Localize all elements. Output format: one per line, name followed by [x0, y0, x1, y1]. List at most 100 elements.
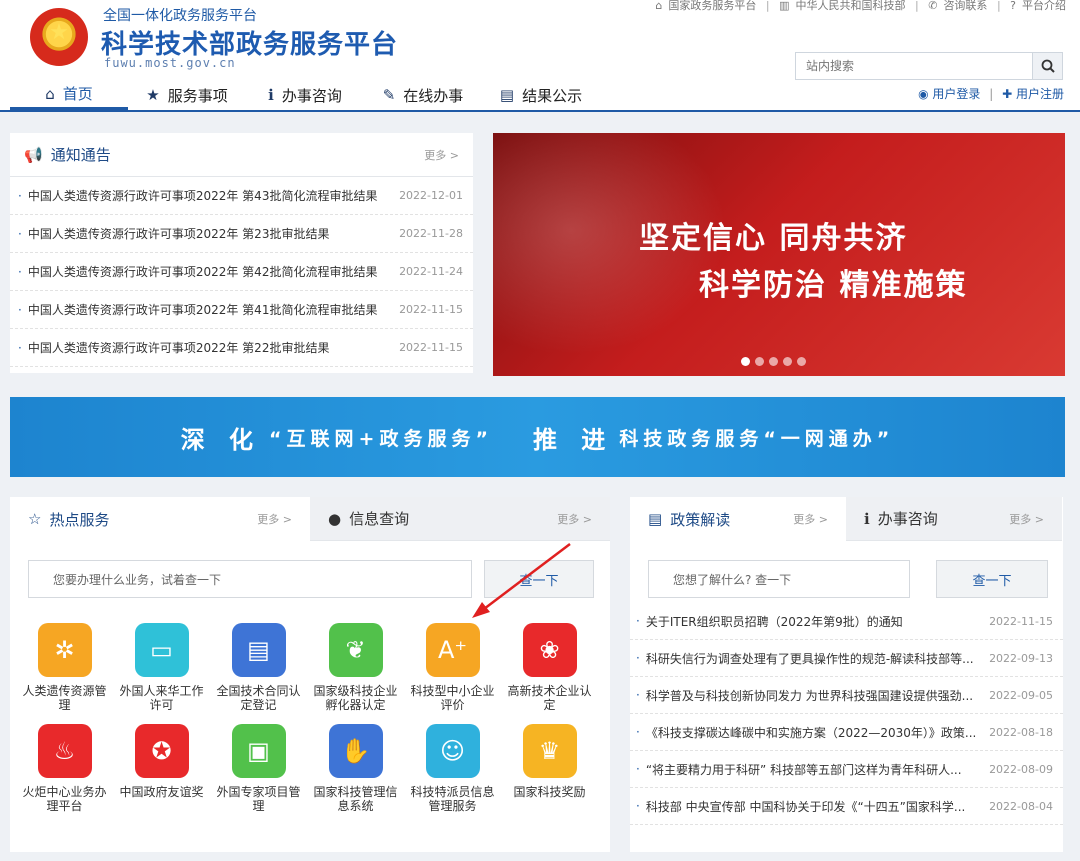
- carousel-dot[interactable]: [783, 357, 792, 366]
- service-label: 火炬中心业务办理平台: [22, 785, 107, 813]
- service-label: 高新技术企业认定: [507, 684, 592, 712]
- list-item[interactable]: · 中国人类遗传资源行政许可事项2022年 第23批审批结果 2022-11-28: [10, 215, 473, 253]
- service-search-input[interactable]: 您要办理什么业务，试着查一下: [28, 560, 472, 598]
- tab-consult[interactable]: ℹ 办事咨询 更多 >: [846, 497, 1062, 541]
- site-header: 全国一体化政务服务平台 科学技术部政务服务平台 fuwu.most.gov.cn…: [0, 0, 1080, 112]
- banner-line-2: 科学防治 精准施策: [699, 268, 968, 303]
- info-icon: ℹ: [864, 509, 870, 528]
- carousel-dot[interactable]: [741, 357, 750, 366]
- notice-list: · 中国人类遗传资源行政许可事项2022年 第43批简化流程审批结果 2022-12…: [10, 177, 473, 367]
- service-human-genetic[interactable]: ✲ 人类遗传资源管理: [16, 623, 113, 712]
- hot-services-more-link[interactable]: 更多 >: [257, 511, 292, 527]
- folder-icon: ▣: [231, 724, 286, 778]
- banner-line-1: 坚定信心 同舟共济: [639, 221, 908, 256]
- slogan-part-2: “互联网+政务服务”: [269, 427, 493, 450]
- tab-hot-services-label: 热点服务: [49, 510, 110, 529]
- carousel-dot[interactable]: [769, 357, 778, 366]
- phone-icon: ✆: [928, 0, 938, 12]
- service-tech-management[interactable]: ✋ 国家科技管理信息系统: [307, 724, 404, 813]
- home-icon: ⌂: [45, 84, 55, 103]
- policy-search-input[interactable]: 您想了解什么? 查一下: [648, 560, 910, 598]
- list-item[interactable]: · 科技部 中央宣传部 中国科协关于印发《“十四五”国家科学... 2022-08-…: [630, 788, 1063, 825]
- top-link-most[interactable]: 中华人民共和国科技部: [796, 0, 906, 12]
- id-card-icon: ▭: [134, 623, 189, 677]
- service-tech-contract[interactable]: ▤ 全国技术合同认定登记: [210, 623, 307, 712]
- service-label: 外国人来华工作许可: [119, 684, 204, 712]
- service-specialist[interactable]: ☺ 科技特派员信息管理服务: [404, 724, 501, 813]
- rating-icon: A⁺: [425, 623, 480, 677]
- site-search: [795, 52, 1063, 80]
- service-torch-center[interactable]: ♨ 火炬中心业务办理平台: [16, 724, 113, 813]
- service-high-tech[interactable]: ❀ 高新技术企业认定: [501, 623, 598, 712]
- nav-online-label: 在线办事: [403, 86, 464, 105]
- service-label: 科技型中小企业评价: [410, 684, 495, 712]
- list-item[interactable]: · 科学普及与科技创新协同发力 为世界科技强国建设提供强劲... 2022-09-0…: [630, 677, 1063, 714]
- policy-more-link[interactable]: 更多 >: [793, 511, 828, 527]
- search-icon: [1041, 59, 1055, 73]
- tab-hot-services[interactable]: ☆ 热点服务 更多 >: [10, 497, 310, 541]
- tab-info-query[interactable]: ● 信息查询 更多 >: [310, 497, 610, 541]
- site-search-button[interactable]: [1032, 53, 1062, 79]
- tab-policy[interactable]: ▤ 政策解读 更多 >: [630, 497, 846, 541]
- top-link-about[interactable]: 平台介绍: [1022, 0, 1066, 12]
- site-search-input[interactable]: [796, 53, 1028, 79]
- carousel-dots: [741, 357, 811, 366]
- trophy-icon: ♛: [522, 724, 577, 778]
- list-item[interactable]: · 中国人类遗传资源行政许可事项2022年 第42批简化流程审批结果 2022-11…: [10, 253, 473, 291]
- info-query-more-link[interactable]: 更多 >: [557, 511, 592, 527]
- service-tech-award[interactable]: ♛ 国家科技奖励: [501, 724, 598, 813]
- list-item[interactable]: · 关于ITER组织职员招聘（2022年第9批）的通知 2022-11-15: [630, 603, 1063, 640]
- building-icon: ▥: [779, 0, 790, 12]
- service-friendship-award[interactable]: ✪ 中国政府友谊奖: [113, 724, 210, 813]
- list-item[interactable]: · 中国人类遗传资源行政许可事项2022年 第22批审批结果 2022-11-15: [10, 329, 473, 367]
- main-nav: ⌂ 首页 ★ 服务事项 ℹ 办事咨询 ✎ 在线办事 ▤ 结果公示: [10, 80, 600, 110]
- list-item[interactable]: · “将主要精力用于科研” 科技部等五部门这样为青年科研人... 2022-08-0…: [630, 751, 1063, 788]
- star-outline-icon: ☆: [28, 510, 42, 528]
- consult-more-link[interactable]: 更多 >: [1009, 511, 1044, 527]
- policy-search-button[interactable]: 查一下: [936, 560, 1048, 598]
- nav-consult[interactable]: ℹ 办事咨询: [246, 80, 364, 110]
- list-item[interactable]: · 《科技支撑碳达峰碳中和实施方案（2022—2030年）》政策... 2022-0…: [630, 714, 1063, 751]
- list-item[interactable]: · 中国人类遗传资源行政许可事项2022年 第43批简化流程审批结果 2022-12…: [10, 177, 473, 215]
- service-grid: ✲ 人类遗传资源管理 ▭ 外国人来华工作许可 ▤ 全国技术合同认定登记 ❦ 国家…: [16, 623, 604, 813]
- user-links: ◉ 用户登录 | ✚ 用户注册: [918, 87, 1064, 101]
- document-icon: ▤: [499, 86, 515, 104]
- add-user-icon: ✚: [1002, 87, 1013, 101]
- specialist-icon: ☺: [425, 724, 480, 778]
- top-link-contact[interactable]: 咨询联系: [943, 0, 987, 12]
- policy-tabs: ▤ 政策解读 更多 > ℹ 办事咨询 更多 >: [630, 497, 1063, 541]
- nav-services[interactable]: ★ 服务事项: [128, 80, 246, 110]
- nav-consult-label: 办事咨询: [281, 86, 342, 105]
- tab-policy-label: 政策解读: [670, 510, 731, 529]
- carousel-dot[interactable]: [797, 357, 806, 366]
- nav-services-label: 服务事项: [167, 86, 228, 105]
- service-incubator[interactable]: ❦ 国家级科技企业孵化器认定: [307, 623, 404, 712]
- national-emblem-logo: [30, 8, 88, 66]
- service-foreign-expert[interactable]: ▣ 外国专家项目管理: [210, 724, 307, 813]
- service-label: 国家级科技企业孵化器认定: [313, 684, 398, 712]
- service-sme-evaluation[interactable]: A⁺ 科技型中小企业评价: [404, 623, 501, 712]
- medal-icon: ✪: [134, 724, 189, 778]
- service-label: 人类遗传资源管理: [22, 684, 107, 712]
- register-link[interactable]: 用户注册: [1016, 87, 1064, 101]
- annotation-arrow-icon: [472, 543, 571, 618]
- nav-results[interactable]: ▤ 结果公示: [482, 80, 600, 110]
- service-label: 全国技术合同认定登记: [216, 684, 301, 712]
- banner-carousel[interactable]: 坚定信心 同舟共济 科学防治 精准施策: [493, 133, 1065, 376]
- service-foreign-work-permit[interactable]: ▭ 外国人来华工作许可: [113, 623, 210, 712]
- top-link-gov[interactable]: 国家政务服务平台: [668, 0, 756, 12]
- slogan-banner: 深 化 “互联网+政务服务” 推 进 科技政务服务“一网通办”: [10, 397, 1065, 477]
- policy-list: · 关于ITER组织职员招聘（2022年第9批）的通知 2022-11-15 · 科研…: [630, 603, 1063, 825]
- notice-more-link[interactable]: 更多 >: [424, 147, 459, 163]
- notice-panel: 📢 通知通告 更多 > · 中国人类遗传资源行政许可事项2022年 第43批简化流…: [10, 133, 473, 373]
- slogan-part-3: 推 进: [532, 425, 614, 454]
- list-item[interactable]: · 中国人类遗传资源行政许可事项2022年 第41批简化流程审批结果 2022-11…: [10, 291, 473, 329]
- service-label: 外国专家项目管理: [216, 785, 301, 813]
- nav-online[interactable]: ✎ 在线办事: [364, 80, 482, 110]
- nav-home[interactable]: ⌂ 首页: [10, 80, 128, 110]
- carousel-dot[interactable]: [755, 357, 764, 366]
- nav-home-label: 首页: [62, 85, 93, 103]
- login-link[interactable]: 用户登录: [932, 87, 980, 101]
- list-item[interactable]: · 科研失信行为调查处理有了更具操作性的规范-解读科技部等... 2022-09-1…: [630, 640, 1063, 677]
- molecule-icon: ✲: [37, 623, 92, 677]
